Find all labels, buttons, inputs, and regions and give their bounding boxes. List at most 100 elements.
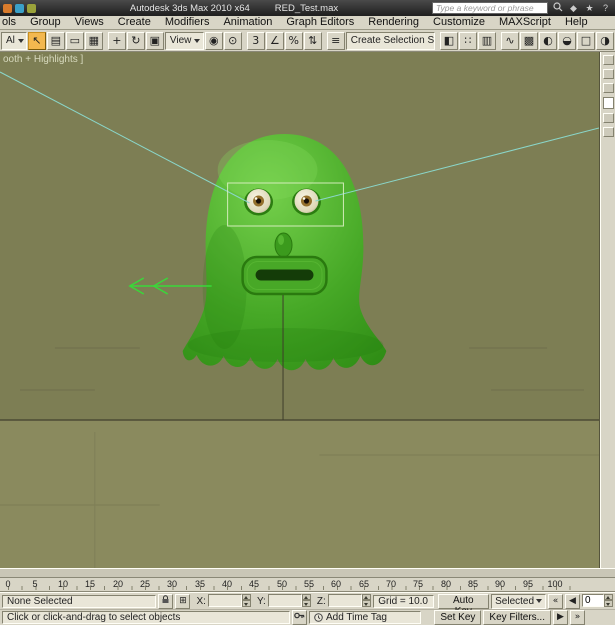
y-spinner[interactable] [301,593,311,607]
app-title: Autodesk 3ds Max 2010 x64 [129,2,250,14]
x-axis-label: X: [196,595,206,607]
menu-item-animation[interactable]: Animation [216,16,279,29]
chevron-down-icon [194,38,201,43]
menu-item-rendering[interactable]: Rendering [361,16,426,29]
named-selection-sets-value: Create Selection Se [350,35,435,46]
command-panel-strip [600,52,615,568]
timeline-frame-label: 70 [385,579,397,589]
auto-key-button[interactable]: Auto Key [437,593,490,617]
material-editor-button[interactable]: ◐ [539,31,557,50]
y-position-input[interactable] [267,593,302,607]
toolbar-separator [243,32,246,50]
go-to-start-button[interactable]: « [547,593,563,609]
viewport-label[interactable]: ooth + Highlights ] [3,54,83,65]
menu-item-graph-editors[interactable]: Graph Editors [279,16,361,29]
menu-item-create[interactable]: Create [111,16,158,29]
use-pivot-center-button[interactable]: ◉ [204,31,223,50]
menu-item-maxscript[interactable]: MAXScript [492,16,558,29]
frame-spinner[interactable] [603,593,613,607]
x-position-input[interactable] [207,593,242,607]
character-mouth[interactable] [241,255,328,296]
named-selection-sets-dropdown[interactable]: Create Selection Se [345,31,435,50]
select-by-name-button[interactable]: ▤ [46,31,65,50]
absolute-offset-toggle[interactable]: ⊞ [175,593,191,609]
command-panel-button[interactable] [602,83,614,93]
timeline-frame-label: 50 [276,579,288,589]
set-key-button[interactable]: Set Key [434,610,482,625]
prompt-text: Click or click-and-drag to select object… [2,611,290,624]
toolbar-separator [436,32,439,50]
add-time-tag[interactable]: Add Time Tag [309,611,421,624]
align-button[interactable]: ∷ [459,31,477,50]
skirt-shadow [187,328,384,362]
track-bar[interactable]: 0 5 10 15 20 25 30 35 40 45 50 55 60 65 … [0,578,615,592]
communication-center-icon[interactable]: ◆ [567,2,580,14]
percent-snap-button[interactable]: % [284,31,303,50]
toolbar-separator [323,32,326,50]
y-position-field [267,593,311,609]
command-panel-button[interactable] [602,127,614,137]
menu-item-group[interactable]: Group [23,16,68,29]
angle-snap-button[interactable]: ∠ [265,31,284,50]
viewport-canvas[interactable] [0,52,599,568]
render-production-button[interactable]: ◑ [596,31,614,50]
perspective-viewport[interactable]: ooth + Highlights ] [0,52,600,568]
menubar: ols Group Views Create Modifiers Animati… [0,16,615,30]
timeline-frame-label: 100 [547,579,563,589]
character-nose[interactable] [274,232,293,258]
time-slider[interactable] [0,568,615,578]
prompt-bar: Click or click-and-drag to select object… [0,609,615,625]
command-panel-tab-icon[interactable] [602,55,614,65]
spinner-snap-button[interactable]: ⇅ [303,31,322,50]
grid-size-display: Grid = 10.0 [372,594,434,608]
rendered-frame-window-button[interactable]: □ [577,31,595,50]
menu-item-views[interactable]: Views [68,16,111,29]
key-mode-dropdown[interactable]: Selected [491,593,546,609]
previous-frame-button[interactable]: ◀ [564,593,580,609]
key-filters-button[interactable]: Key Filters... [483,610,551,625]
x-position-field [207,593,251,609]
mirror-button[interactable]: ◧ [440,31,458,50]
select-object-button[interactable]: ↖ [27,31,46,50]
current-frame-input[interactable] [581,593,604,607]
edit-named-selection-sets-button[interactable]: ≡ [326,31,345,50]
chevron-down-icon [17,38,24,43]
command-panel-field[interactable] [602,97,614,109]
timeline-frame-label: 30 [166,579,178,589]
z-spinner[interactable] [361,593,371,607]
select-and-rotate-button[interactable]: ↻ [126,31,145,50]
render-setup-button[interactable]: ◒ [558,31,576,50]
selection-region-button[interactable]: ▭ [65,31,84,50]
select-and-scale-button[interactable]: ▣ [145,31,164,50]
schematic-view-button[interactable]: ▩ [520,31,538,50]
key-mode-value: Selected [495,595,535,607]
search-icon[interactable] [551,2,564,14]
next-frame-button[interactable]: ▶ [553,610,568,625]
menu-item-help[interactable]: Help [558,16,595,29]
reference-coordinate-dropdown[interactable]: View [164,31,204,50]
selection-filter-dropdown[interactable]: Al [1,31,27,50]
timeline-frame-label: 65 [358,579,370,589]
z-position-input[interactable] [327,593,362,607]
command-panel-button[interactable] [602,113,614,123]
command-panel-tab-icon[interactable] [602,69,614,79]
curve-editor-button[interactable]: ∿ [501,31,519,50]
window-crossing-button[interactable]: ▦ [84,31,103,50]
menu-item-modifiers[interactable]: Modifiers [158,16,217,29]
menu-item-customize[interactable]: Customize [426,16,492,29]
select-and-manipulate-button[interactable]: ⊙ [223,31,242,50]
select-and-move-button[interactable]: + [107,31,126,50]
infocenter-search-input[interactable] [432,2,548,14]
favorites-star-icon[interactable]: ★ [583,2,596,14]
layer-manager-button[interactable]: ▥ [478,31,496,50]
add-time-tag-label: Add Time Tag [326,612,387,623]
timeline-frame-label: 5 [32,579,38,589]
go-to-end-button[interactable]: » [570,610,585,625]
snaps-toggle-button[interactable]: 3 [246,31,265,50]
selection-lock-toggle[interactable] [158,593,174,609]
help-icon[interactable]: ? [599,2,612,14]
x-spinner[interactable] [241,593,251,607]
menu-item-tools[interactable]: ols [0,16,23,29]
set-keys-key-icon[interactable] [292,610,307,625]
timeline-frame-label: 80 [440,579,452,589]
